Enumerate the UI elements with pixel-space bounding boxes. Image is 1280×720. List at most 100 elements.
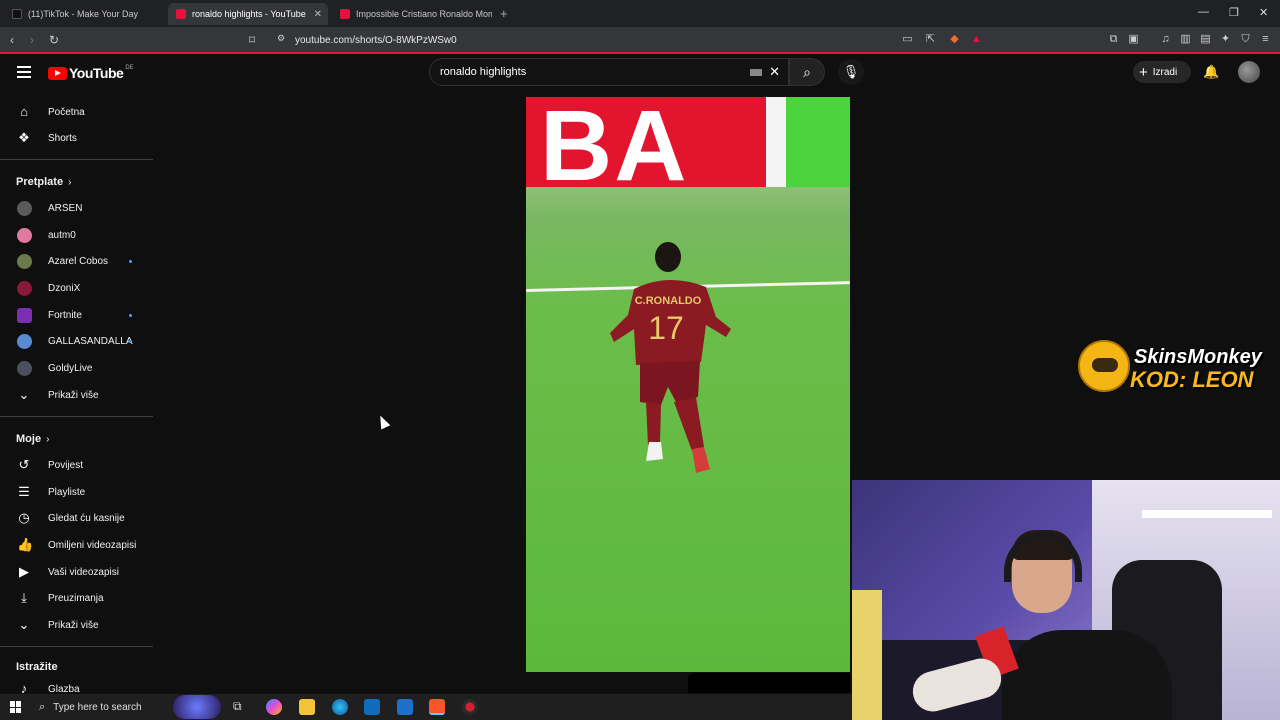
- back-icon[interactable]: ‹: [10, 33, 14, 47]
- subscriptions-header[interactable]: Pretplate ›: [16, 176, 71, 188]
- new-content-dot: [129, 313, 132, 317]
- tab-youtube-active[interactable]: ronaldo highlights - YouTube ✕: [168, 3, 328, 25]
- edge-icon[interactable]: [332, 699, 348, 715]
- channel-name: Azarel Cobos: [48, 255, 109, 267]
- show-more-subscriptions[interactable]: ⌄ Prikaži više: [0, 382, 153, 408]
- sidebar-item-label: Gledat ću kasnije: [48, 512, 125, 524]
- tab-ronaldo-moments[interactable]: Impossible Cristiano Ronaldo Mome: [332, 3, 492, 25]
- close-window-icon[interactable]: ✕: [1259, 6, 1268, 19]
- forward-icon[interactable]: ›: [30, 33, 34, 47]
- leo-ai-icon[interactable]: ✦: [1219, 33, 1232, 46]
- cast-icon[interactable]: ▭: [901, 33, 914, 46]
- channel-name: ARSEN: [48, 202, 83, 214]
- subscription-item[interactable]: Azarel Cobos: [0, 248, 153, 274]
- subscription-item[interactable]: GALLASANDALLA: [0, 328, 153, 354]
- webcam-shelf: [1142, 510, 1272, 518]
- video-bottom-bar: [688, 673, 850, 693]
- search-icon: ⌕: [39, 700, 46, 713]
- screenshot-icon[interactable]: ▣: [1127, 33, 1140, 46]
- tab-tiktok[interactable]: (11)TikTok - Make Your Day: [4, 3, 164, 25]
- sidebar-item-your-videos[interactable]: ▶ Vaši videozapisi: [0, 559, 153, 585]
- sidebar-item-label: Preuzimanja: [48, 592, 104, 604]
- sidebar-item-watch-later[interactable]: ◷ Gledat ću kasnije: [0, 505, 153, 531]
- search-button[interactable]: ⌕: [789, 58, 825, 86]
- keyboard-icon[interactable]: [750, 69, 762, 76]
- subscription-item[interactable]: DzoniX: [0, 275, 153, 301]
- channel-avatar: [17, 227, 32, 243]
- you-header-label: Moje: [16, 433, 42, 445]
- brave-shield-icon[interactable]: ◆: [948, 33, 961, 46]
- bookmark-icon[interactable]: ⌑: [249, 33, 255, 47]
- chevron-right-icon: ›: [68, 177, 72, 188]
- file-explorer-icon[interactable]: [299, 699, 315, 715]
- music-control-icon[interactable]: ♫: [1159, 33, 1172, 46]
- minimize-icon[interactable]: —: [1198, 6, 1209, 18]
- reload-icon[interactable]: ↻: [49, 33, 59, 47]
- account-avatar[interactable]: [1238, 61, 1260, 83]
- app-icon[interactable]: [462, 699, 478, 715]
- task-view-icon[interactable]: ⧉: [233, 699, 249, 715]
- region-code: DE: [125, 65, 134, 71]
- sidebar-item-label: Omiljeni videozapisi: [48, 539, 137, 551]
- notifications-bell-icon[interactable]: 🔔: [1203, 64, 1219, 80]
- sidebar-item-home[interactable]: ⌂ Početna: [0, 99, 153, 125]
- channel-avatar: [17, 307, 32, 323]
- channel-avatar: [17, 280, 32, 296]
- new-tab-icon[interactable]: +: [500, 6, 508, 21]
- taskbar-search-placeholder: Type here to search: [53, 701, 142, 713]
- brave-browser-icon[interactable]: [429, 699, 445, 715]
- outlook-icon[interactable]: [397, 699, 413, 715]
- divider: [0, 159, 153, 160]
- sidebar-item-label: Početna: [48, 106, 85, 118]
- sidebar-item-history[interactable]: ↺ Povijest: [0, 452, 153, 478]
- subscription-item[interactable]: Fortnite: [0, 302, 153, 328]
- taskbar-search[interactable]: ⌕ Type here to search: [33, 695, 173, 719]
- hamburger-menu-icon[interactable]: [17, 66, 31, 81]
- copilot-icon[interactable]: [266, 699, 282, 715]
- sidebar-item-music[interactable]: ♪ Glazba: [0, 676, 153, 696]
- sidebar-item-label: Playliste: [48, 486, 86, 498]
- chevron-down-icon: ⌄: [18, 387, 30, 402]
- youtube-play-icon: [48, 66, 67, 80]
- brave-rewards-icon[interactable]: ▲: [970, 33, 983, 46]
- subscription-item[interactable]: autm0: [0, 222, 153, 248]
- youtube-logo[interactable]: YouTube DE: [48, 65, 134, 81]
- store-icon[interactable]: [364, 699, 380, 715]
- youtube-favicon-icon: [176, 9, 186, 19]
- channel-name: GALLASANDALLA: [48, 335, 133, 347]
- you-header[interactable]: Moje ›: [16, 433, 49, 445]
- sidebar-toggle-icon[interactable]: ▥: [1179, 33, 1192, 46]
- sidebar-item-liked-videos[interactable]: 👍 Omiljeni videozapisi: [0, 532, 153, 558]
- channel-avatar: [17, 360, 32, 376]
- explore-header-label: Istražite: [16, 661, 58, 673]
- shorts-video-player[interactable]: BA C.RONALDO 17: [526, 97, 850, 672]
- share-icon[interactable]: ⇱: [924, 33, 937, 46]
- windows-start-icon[interactable]: [10, 701, 22, 713]
- subscription-item[interactable]: GoldyLive: [0, 355, 153, 381]
- sidebar-item-shorts[interactable]: ❖ Shorts: [0, 125, 153, 151]
- search-input[interactable]: ronaldo highlights ✕: [429, 58, 789, 86]
- wallet-icon[interactable]: ▤: [1199, 33, 1212, 46]
- youtube-favicon-icon: [340, 9, 350, 19]
- home-icon: ⌂: [20, 104, 28, 119]
- extensions-icon[interactable]: ⧉: [1107, 33, 1120, 46]
- vpn-icon[interactable]: ⛉: [1239, 33, 1252, 46]
- mouse-cursor-icon: [375, 413, 391, 430]
- create-button[interactable]: + Izradi: [1133, 61, 1191, 83]
- close-tab-icon[interactable]: ✕: [314, 9, 322, 20]
- webcam-monitor-edge: [852, 590, 882, 720]
- history-icon: ↺: [18, 457, 30, 472]
- explore-header: Istražite: [16, 661, 58, 673]
- restore-icon[interactable]: ❐: [1229, 6, 1239, 19]
- sidebar-item-playlists[interactable]: ☰ Playliste: [0, 479, 153, 505]
- subscription-item[interactable]: ARSEN: [0, 195, 153, 221]
- voice-search-button[interactable]: 🎙: [838, 59, 864, 85]
- menu-icon[interactable]: ≡: [1259, 33, 1272, 46]
- show-more-you[interactable]: ⌄ Prikaži više: [0, 612, 153, 638]
- search-highlight-icon[interactable]: [173, 695, 221, 719]
- channel-name: DzoniX: [48, 282, 81, 294]
- clear-search-icon[interactable]: ✕: [769, 64, 780, 80]
- sidebar-item-downloads[interactable]: ⤓ Preuzimanja: [0, 585, 153, 611]
- sponsor-name: SkinsMonkey: [1134, 346, 1262, 368]
- site-info-icon[interactable]: ⚙: [277, 33, 285, 44]
